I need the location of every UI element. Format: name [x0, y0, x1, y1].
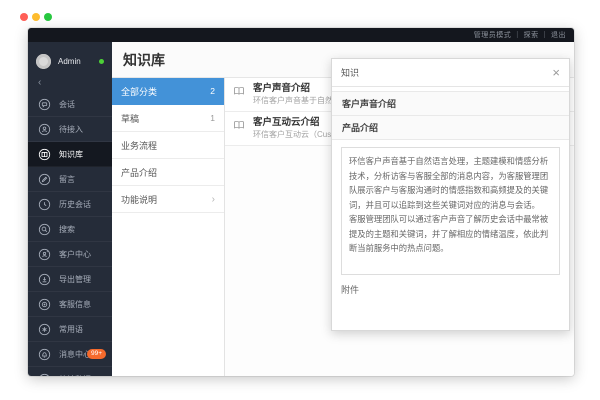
search-icon — [38, 223, 51, 236]
user-name: Admin — [58, 57, 81, 66]
unread-count-badge: 99+ — [87, 349, 106, 359]
clock-icon — [38, 198, 51, 211]
collapse-sidebar-button[interactable]: ‹ — [28, 76, 112, 92]
category-list: 全部分类 2 草稿 1 业务流程 产品介绍 功能说明 › — [112, 78, 225, 376]
topbar: 管理员模式 ｜ 探索 ｜ 退出 — [28, 28, 574, 42]
sidebar-item-queue[interactable]: 待接入 — [28, 117, 112, 142]
sidebar-item-quick-replies[interactable]: 常用语 — [28, 317, 112, 342]
knowledge-popup-header: 知识 × — [332, 59, 569, 87]
pencil-icon — [38, 173, 51, 186]
person-icon — [38, 123, 51, 136]
category-business-process[interactable]: 业务流程 — [112, 132, 224, 159]
sidebar-menu: 会话 待接入 知识库 留言 历史会话 搜索 — [28, 92, 112, 376]
attachments-label: 附件 — [332, 275, 569, 296]
chat-bubble-icon — [38, 98, 51, 111]
close-window-button[interactable] — [20, 13, 28, 21]
category-count: 1 — [210, 113, 215, 123]
open-book-icon — [233, 119, 245, 131]
category-all[interactable]: 全部分类 2 — [112, 78, 224, 105]
popup-title: 知识 — [341, 66, 359, 79]
online-status-dot — [99, 59, 104, 64]
asterisk-icon — [38, 323, 51, 336]
sidebar-item-sessions[interactable]: 会话 — [28, 92, 112, 117]
sidebar-item-messages[interactable]: 留言 — [28, 167, 112, 192]
sidebar-item-message-center[interactable]: 消息中心 99+ — [28, 342, 112, 367]
user-row: Admin — [28, 46, 112, 76]
sidebar-item-statistics[interactable]: 统计数据 — [28, 367, 112, 376]
knowledge-entries: 客户声音介绍 产品介绍 — [332, 91, 569, 140]
target-icon — [38, 298, 51, 311]
category-count: 2 — [210, 86, 215, 96]
category-feature-docs[interactable]: 功能说明 › — [112, 186, 224, 213]
chevron-right-icon: › — [212, 194, 215, 205]
category-drafts[interactable]: 草稿 1 — [112, 105, 224, 132]
close-icon[interactable]: × — [552, 66, 560, 79]
window-controls — [20, 13, 52, 21]
sidebar-item-search[interactable]: 搜索 — [28, 217, 112, 242]
chart-icon — [38, 373, 51, 377]
knowledge-entry-product-intro[interactable]: 产品介绍 — [332, 115, 569, 140]
book-icon — [38, 148, 51, 161]
topbar-menu-links[interactable]: 管理员模式 ｜ 探索 ｜ 退出 — [474, 30, 566, 40]
open-book-icon — [233, 85, 245, 97]
page-title: 知识库 — [123, 50, 165, 70]
knowledge-entry-customer-voice[interactable]: 客户声音介绍 — [332, 91, 569, 116]
knowledge-popup: 知识 × 客户声音介绍 产品介绍 环信客户声音基于自然语言处理，主题建模和情感分… — [331, 58, 570, 331]
sidebar: Admin ‹ 会话 待接入 知识库 留言 历史会话 — [28, 42, 112, 376]
minimize-window-button[interactable] — [32, 13, 40, 21]
sidebar-item-agent-info[interactable]: 客服信息 — [28, 292, 112, 317]
sidebar-item-export[interactable]: 导出管理 — [28, 267, 112, 292]
category-product-intro[interactable]: 产品介绍 — [112, 159, 224, 186]
sidebar-item-knowledge-base[interactable]: 知识库 — [28, 142, 112, 167]
download-icon — [38, 273, 51, 286]
bell-icon — [38, 348, 51, 361]
app-window: 管理员模式 ｜ 探索 ｜ 退出 Admin ‹ 会话 待接入 知识库 留 — [28, 28, 574, 376]
avatar — [36, 54, 51, 69]
sidebar-item-history[interactable]: 历史会话 — [28, 192, 112, 217]
zoom-window-button[interactable] — [44, 13, 52, 21]
knowledge-body-text: 环信客户声音基于自然语言处理，主题建模和情感分析技术，分析访客与客服全部的消息内… — [341, 147, 560, 275]
sidebar-item-customer-center[interactable]: 客户中心 — [28, 242, 112, 267]
user-circle-icon — [38, 248, 51, 261]
